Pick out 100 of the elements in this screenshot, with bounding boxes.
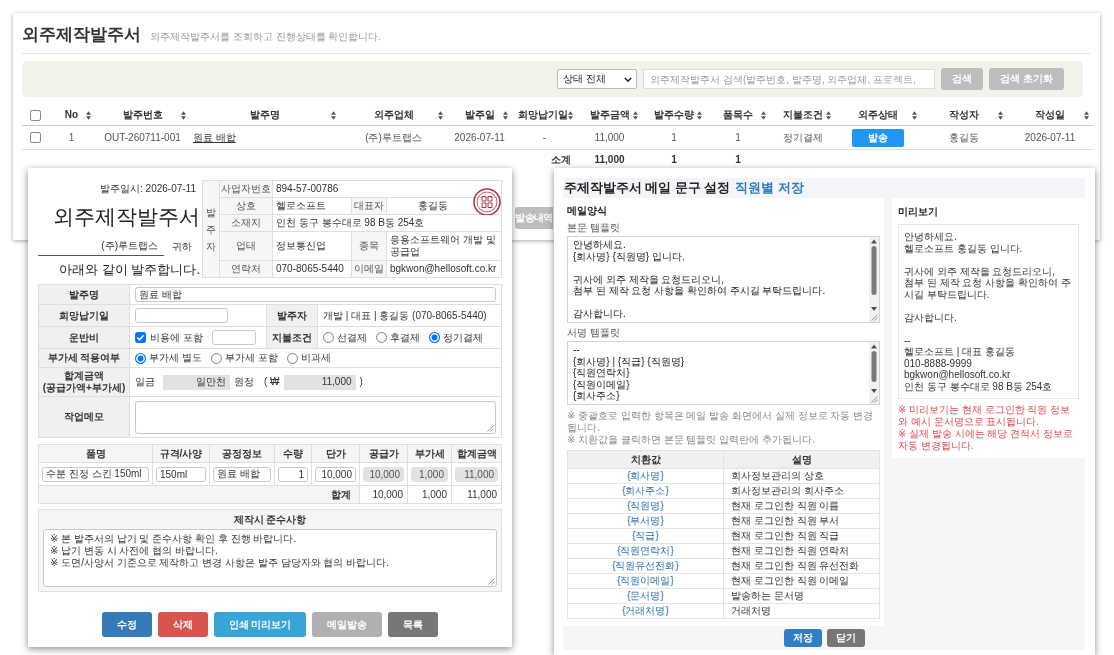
field-label: 운반비 (69, 331, 99, 344)
scrollbar[interactable] (869, 342, 879, 404)
panel-heading: 미리보기 (898, 206, 938, 217)
item-field[interactable]: 10,000 (315, 466, 356, 482)
subtotal-value: 11,000 (594, 154, 625, 166)
column-header: 규격/사양 (159, 447, 203, 460)
notes-field[interactable]: ※ 본 발주서의 납기 및 준수사항 확인 후 진행 바랍니다. ※ 납기 변동 시 사전에 협의 바랍니다. ※ 도면/사양서 기준으로 제작하고 변경 사항은 발주 담당자와 협의 바랍니다. (43, 529, 497, 587)
sort-icon[interactable] (998, 110, 1003, 120)
edit-button[interactable]: 수정 (101, 612, 152, 637)
table-cell: 1 (735, 131, 741, 144)
checkbox[interactable] (29, 109, 41, 121)
item-field[interactable]: 150ml (156, 466, 206, 482)
info-label: 상호 (236, 200, 256, 212)
table-cell: 정기결제 (782, 131, 823, 144)
radio-button[interactable] (323, 332, 334, 343)
column-header: 희망납기일 (518, 109, 568, 121)
field-label: 발주명 (69, 288, 99, 301)
signature-template-field[interactable]: -- {회사명} | {직급} {직원명} {직원연락처} {직원이메일} {회사주소} (567, 341, 880, 405)
column-header: 품목수 (723, 109, 753, 121)
subtotal-value: 1 (735, 154, 741, 166)
info-value: 응용소프트웨어 개발 및 공급업 (390, 234, 497, 258)
info-label: 소재지 (231, 217, 261, 229)
table-cell: 현재 로그인한 직원 연락처 (731, 545, 850, 557)
currency-label: ) (359, 376, 363, 388)
list-button[interactable]: 목록 (388, 612, 439, 637)
dialog-title: 주제작발주서 메일 문구 설정 (564, 180, 731, 196)
column-header: 합계금액 (456, 447, 497, 460)
amount-in-words-field[interactable]: 일만천 (163, 374, 230, 390)
table-cell: (주)루트랩스 (365, 131, 422, 144)
help-note: ※ 중괄호로 입력한 항목은 메일 발송 화면에서 실제 정보로 자동 변경됩니다. (567, 410, 874, 433)
column-header: 발주수량 (654, 109, 694, 121)
date-field[interactable] (135, 308, 228, 323)
field-label: 서명 템플릿 (567, 327, 620, 338)
resize-grip-icon[interactable] (871, 314, 878, 321)
info-value: 정보통신업 (276, 240, 326, 252)
save-button[interactable]: 저장 (783, 629, 822, 647)
status-select[interactable]: 상태 전체 (557, 69, 638, 89)
close-button[interactable]: 닫기 (826, 629, 865, 647)
issue-date: 발주일시: 2026-07-11 (100, 183, 196, 195)
sort-icon[interactable] (331, 110, 336, 120)
table-cell: 2026-07-11 (454, 131, 505, 144)
column-header: 발주번호 (122, 109, 163, 121)
column-header: 수량 (283, 447, 303, 460)
search-field[interactable]: 외주제작발주서 검색(발주번호, 발주명, 외주업체, 프로젝트, (643, 69, 936, 89)
memo-field[interactable] (135, 400, 496, 434)
sort-icon[interactable] (826, 110, 831, 120)
checkbox[interactable] (29, 132, 41, 143)
radio-button[interactable] (429, 332, 440, 343)
total-label: 합계 (331, 488, 351, 501)
column-header: 발주명 (250, 109, 280, 121)
checkbox-label: 비용에 포함 (150, 331, 203, 344)
field-label: 희망납기일 (59, 309, 109, 322)
table-cell: OUT-260711-001 (104, 131, 181, 144)
amount-field[interactable]: 11,000 (283, 374, 356, 390)
column-header: 공정정보 (222, 447, 262, 460)
radio-button[interactable] (135, 352, 146, 364)
order-name-field[interactable]: 원료 배합 (135, 287, 496, 302)
sort-icon[interactable] (697, 110, 702, 120)
template-text: -- {회사명} | {직급} {직원명} {직원연락처} {직원이메일} {회사주소} (573, 344, 684, 401)
checkbox[interactable] (135, 332, 146, 343)
recipient-name: (주)루트랩스 (101, 240, 158, 252)
table-cell: 현재 로그인한 직원 이메일 (731, 575, 850, 587)
token-link[interactable]: {직급} (632, 530, 659, 542)
sort-icon[interactable] (568, 110, 573, 120)
info-label: 종목 (359, 240, 379, 252)
sort-icon[interactable] (503, 110, 508, 120)
sort-icon[interactable] (438, 110, 443, 120)
item-field[interactable]: 수분 진정 스킨 150ml (42, 466, 149, 482)
info-label: 사업자번호 (221, 183, 271, 195)
radio-button[interactable] (376, 332, 387, 343)
column-header: 발주금액 (589, 109, 630, 121)
resize-grip-icon[interactable] (487, 424, 494, 432)
scrollbar[interactable] (869, 237, 879, 322)
order-link[interactable]: 원료 배합 (193, 131, 236, 144)
item-field[interactable]: 원료 배합 (213, 466, 271, 482)
resize-grip-icon[interactable] (488, 578, 495, 585)
item-field[interactable]: 1 (278, 466, 308, 482)
radio-button[interactable] (286, 352, 298, 364)
document-title: 외주제작발주서 (53, 204, 200, 230)
resize-grip-icon[interactable] (871, 396, 878, 403)
order-statement: 아래와 같이 발주합니다. (59, 262, 200, 278)
table-cell: 현재 로그인한 직원 직급 (731, 530, 840, 542)
sort-icon[interactable] (633, 110, 638, 120)
sort-icon[interactable] (761, 110, 766, 120)
caret-icon (624, 76, 633, 82)
sort-icon[interactable] (912, 110, 917, 120)
info-label: 대표자 (354, 200, 384, 212)
field-value: 개발 | 대표 | 홍길동 (070-8065-5440) (323, 309, 487, 322)
body-template-field[interactable]: 안녕하세요. {회사명} {직원명} 입니다. 귀사에 외주 제작을 요청드리오니, 첨부 된 제작 요청 사항을 확인하여 주시길 부탁드립니다. 감사합니다. (567, 236, 880, 323)
sort-icon[interactable] (181, 110, 186, 120)
subtotal-label: 소계 (551, 154, 571, 166)
radio-label: 비과세 (300, 352, 331, 364)
shipping-cost-field[interactable] (211, 330, 256, 345)
radio-button[interactable] (210, 352, 222, 364)
column-header: 작성일 (1035, 109, 1065, 121)
column-header: No (64, 109, 79, 121)
sort-icon[interactable] (86, 110, 91, 120)
column-header: 부가세 (414, 447, 445, 460)
delete-button[interactable]: 삭제 (157, 612, 208, 637)
sort-icon[interactable] (1084, 110, 1089, 120)
